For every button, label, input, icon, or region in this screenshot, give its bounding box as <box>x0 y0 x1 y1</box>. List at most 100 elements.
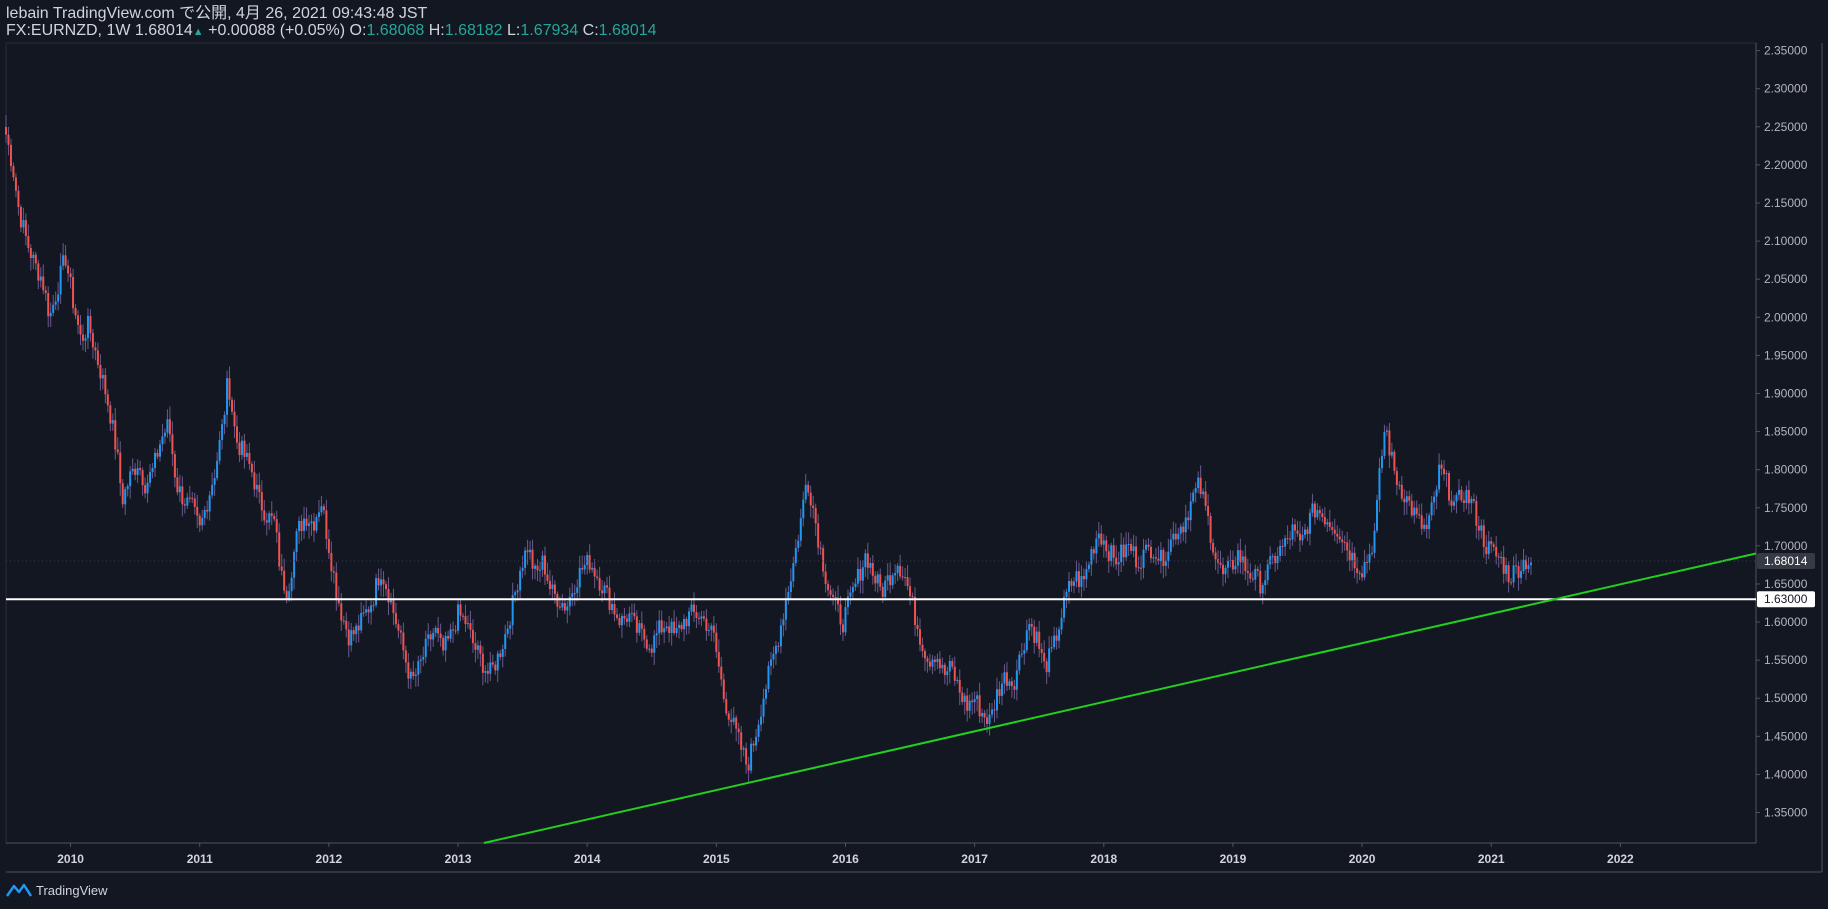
candle-body <box>39 276 42 281</box>
candle-body <box>663 628 666 633</box>
tradingview-footer[interactable]: TradingView <box>6 881 108 899</box>
candle-body <box>389 599 392 603</box>
candle-body <box>757 724 760 737</box>
candle-body <box>295 531 298 553</box>
candle-body <box>692 604 695 613</box>
candle-body <box>166 419 169 433</box>
candle-body <box>1244 556 1247 572</box>
candle-body <box>484 670 487 673</box>
candle-body <box>362 612 365 614</box>
candle-body <box>407 662 410 679</box>
candle-body <box>901 576 904 578</box>
candle-body <box>216 460 219 479</box>
candle-body <box>1520 571 1523 578</box>
candle-body <box>1400 484 1403 499</box>
candle-body <box>976 695 979 700</box>
candle-body <box>1269 556 1272 565</box>
candle-body <box>886 575 889 581</box>
candle-body <box>591 567 594 570</box>
candle-body <box>1495 546 1498 557</box>
candle-body <box>807 484 810 493</box>
price-tick-label: 2.25000 <box>1764 120 1808 134</box>
candle-body <box>255 484 258 490</box>
candle-body <box>1072 581 1075 586</box>
candle-body <box>1189 501 1192 521</box>
candle-body <box>881 586 884 598</box>
candle-body <box>581 568 584 570</box>
candle-body <box>422 656 425 660</box>
candle-body <box>894 573 897 576</box>
candle-body <box>1219 562 1222 565</box>
candle-body <box>89 315 92 334</box>
candle-body <box>77 315 80 325</box>
candle-body <box>327 538 330 554</box>
candle-body <box>1328 522 1331 528</box>
candle-body <box>501 648 504 657</box>
candle-body <box>44 290 47 294</box>
candle-body <box>1102 540 1105 545</box>
candle-body <box>633 612 636 617</box>
candle-body <box>938 658 941 669</box>
candle-body <box>615 614 618 618</box>
candle-body <box>782 619 785 626</box>
candle-body <box>1480 525 1483 531</box>
candle-body <box>1393 451 1396 471</box>
candle-body <box>958 679 961 693</box>
candle-body <box>623 615 626 619</box>
candle-body <box>290 577 293 592</box>
candle-body <box>991 709 994 715</box>
candle-body <box>981 712 984 717</box>
candle-body <box>1182 526 1185 533</box>
price-tick-label: 2.00000 <box>1764 310 1808 324</box>
candle-body <box>442 638 445 651</box>
candle-body <box>509 625 512 629</box>
candle-body <box>1209 515 1212 543</box>
candle-body <box>638 623 641 633</box>
candle-body <box>928 661 931 667</box>
price-tick-label: 2.05000 <box>1764 272 1808 286</box>
candle-body <box>1281 545 1284 547</box>
candle-body <box>399 630 402 633</box>
time-tick-label: 2013 <box>445 852 472 866</box>
price-chart[interactable]: 2.35000 2.30000 2.25000 2.20000 2.15000 2.100… <box>0 0 1828 909</box>
candle-body <box>948 660 951 672</box>
candle-body <box>978 695 981 717</box>
candle-body <box>1085 569 1088 580</box>
candle-body <box>956 679 959 681</box>
candle-body <box>583 564 586 570</box>
candle-body <box>1346 542 1349 551</box>
candle-body <box>1529 562 1532 566</box>
candle-body <box>1097 533 1100 539</box>
price-tick-label: 1.65000 <box>1764 577 1808 591</box>
candle-body <box>320 506 323 513</box>
candle-body <box>1090 549 1093 565</box>
candle-body <box>1435 489 1438 497</box>
candle-body <box>983 712 986 718</box>
candle-body <box>1264 580 1267 586</box>
candle-body <box>49 312 52 317</box>
candle-body <box>479 645 482 654</box>
candle-body <box>755 736 758 746</box>
candle-body <box>74 308 77 316</box>
candle-body <box>643 628 646 640</box>
candle-body <box>196 506 199 516</box>
candle-body <box>273 515 276 520</box>
candle-body <box>1294 524 1297 531</box>
candle-body <box>792 563 795 582</box>
candle-body <box>725 698 728 714</box>
candle-body <box>317 512 320 517</box>
candle-body <box>459 604 462 616</box>
candle-body <box>168 419 171 435</box>
candle-body <box>163 432 166 437</box>
candle-body <box>1045 661 1048 673</box>
candle-body <box>966 695 969 711</box>
candle-body <box>817 523 820 548</box>
candle-body <box>712 625 715 633</box>
candle-body <box>1105 540 1108 552</box>
candle-body <box>69 273 72 278</box>
candle-body <box>824 571 827 584</box>
candle-body <box>856 568 859 584</box>
candle-body <box>1068 580 1071 592</box>
candle-body <box>335 572 338 599</box>
candle-body <box>1082 575 1085 580</box>
